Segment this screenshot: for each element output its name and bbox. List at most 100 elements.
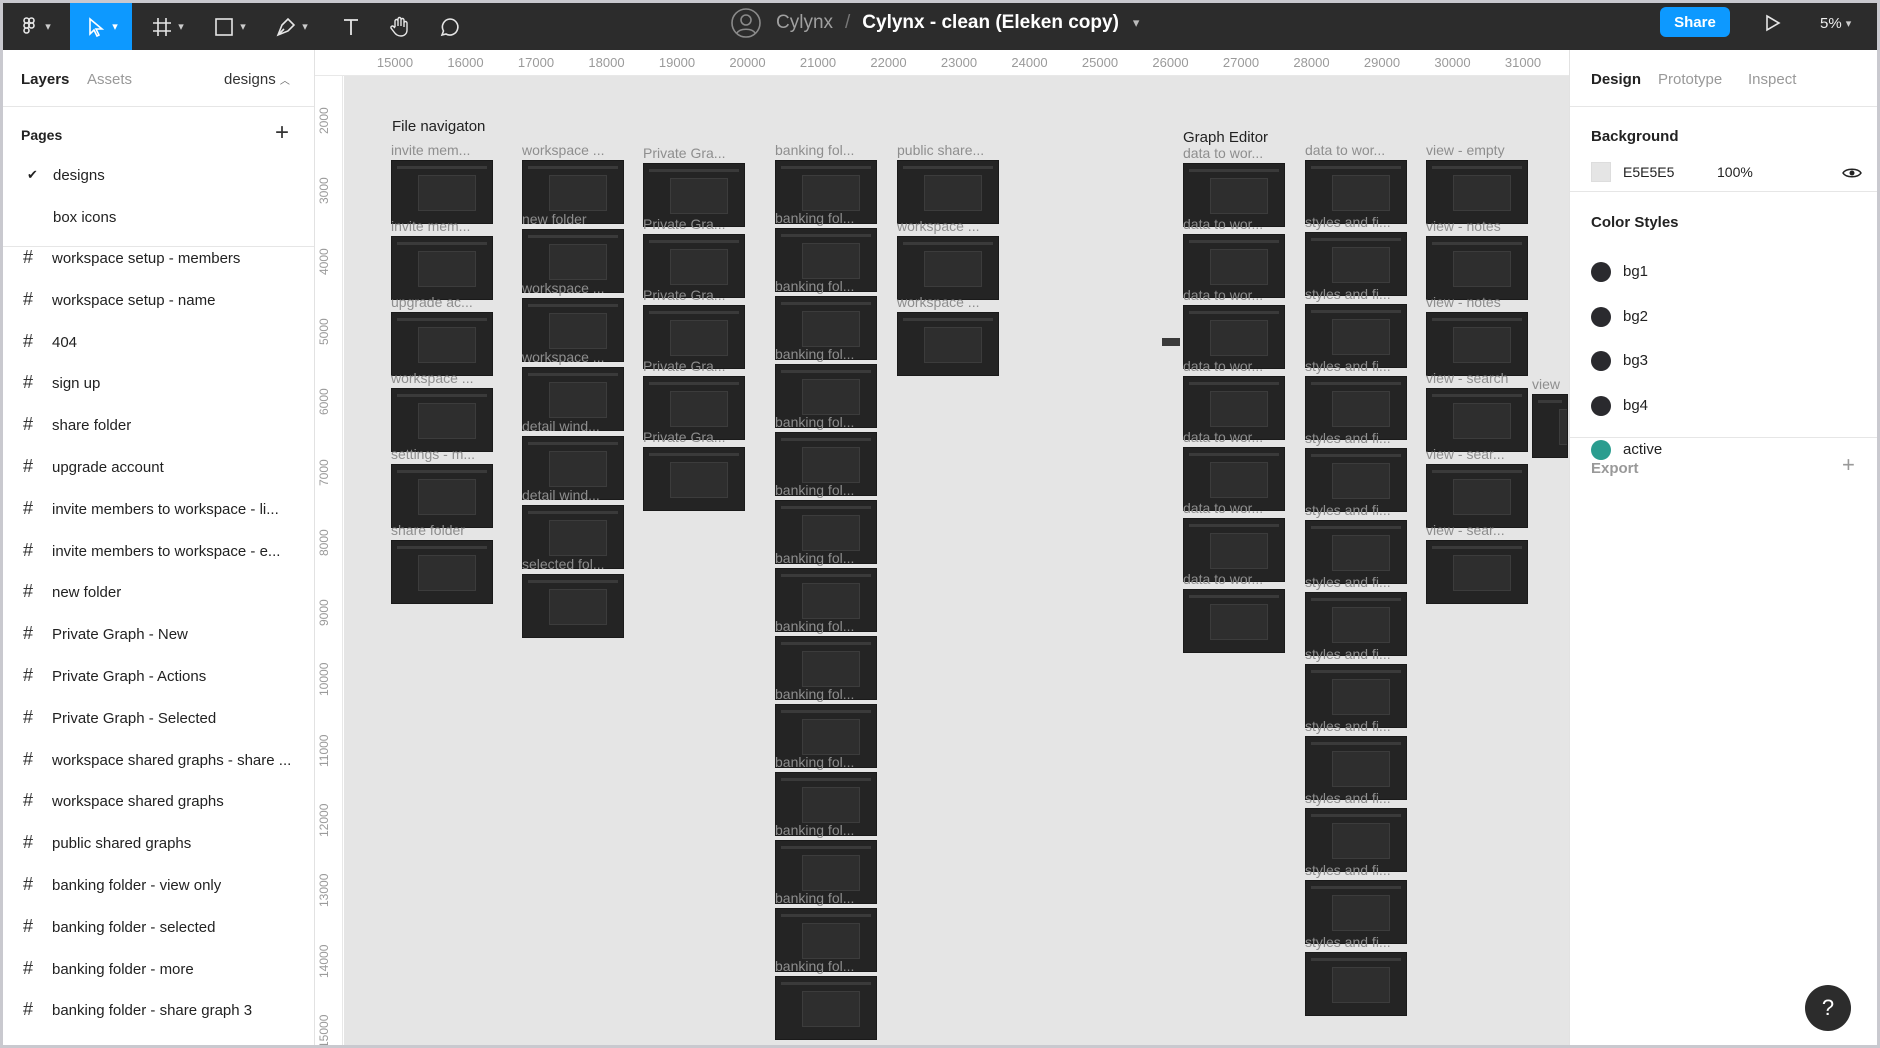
layer-item[interactable]: # Private Graph - Selected bbox=[3, 698, 314, 740]
frame-thumbnail[interactable] bbox=[391, 236, 493, 300]
layer-item[interactable]: # banking folder - share graph 3 bbox=[3, 990, 314, 1032]
layer-item[interactable]: # new folder bbox=[3, 572, 314, 614]
frame-label[interactable]: styles and fi... bbox=[1305, 934, 1409, 950]
layer-item[interactable]: # invite members to workspace - e... bbox=[3, 531, 314, 573]
tab-prototype[interactable]: Prototype bbox=[1658, 71, 1722, 88]
share-button[interactable]: Share bbox=[1660, 7, 1730, 37]
layer-item[interactable]: # Private Graph - Actions bbox=[3, 656, 314, 698]
background-swatch[interactable] bbox=[1591, 162, 1611, 182]
frame-label[interactable]: banking fol... bbox=[775, 142, 879, 158]
frame-label[interactable]: view - search bbox=[1426, 370, 1530, 386]
hand-tool-button[interactable] bbox=[380, 3, 420, 50]
frame-label[interactable]: banking fol... bbox=[775, 210, 879, 226]
frame-label[interactable]: data to wor... bbox=[1305, 142, 1409, 158]
frame-label[interactable]: styles and fi... bbox=[1305, 286, 1409, 302]
frame-thumbnail[interactable] bbox=[1426, 464, 1528, 528]
layer-item[interactable]: # banking folder - selected bbox=[3, 907, 314, 949]
pen-tool-button[interactable]: ▾ bbox=[263, 3, 319, 50]
frame-label[interactable]: banking fol... bbox=[775, 414, 879, 430]
project-name[interactable]: Cylynx bbox=[776, 12, 833, 34]
layer-item[interactable]: # Private Graph - New bbox=[3, 614, 314, 656]
page-selector[interactable]: designs ︿ bbox=[224, 71, 290, 88]
frame-thumbnail[interactable] bbox=[1305, 952, 1407, 1016]
frame-label[interactable]: banking fol... bbox=[775, 482, 879, 498]
frame-label[interactable]: view - sear... bbox=[1426, 522, 1530, 538]
frame-thumbnail[interactable] bbox=[1532, 394, 1568, 458]
background-opacity[interactable]: 100% bbox=[1717, 164, 1753, 180]
design-canvas[interactable]: File navigaton Graph Editor invite mem..… bbox=[344, 76, 1569, 1045]
frame-label[interactable]: view - empty bbox=[1426, 142, 1530, 158]
frame-thumbnail[interactable] bbox=[1426, 236, 1528, 300]
frame-label[interactable]: view - notes bbox=[1426, 294, 1530, 310]
frame-label[interactable]: share folder bbox=[391, 522, 495, 538]
frame-thumbnail[interactable] bbox=[897, 236, 999, 300]
frame-label[interactable]: banking fol... bbox=[775, 346, 879, 362]
frame-label[interactable]: data to wor... bbox=[1183, 429, 1287, 445]
eye-icon[interactable] bbox=[1842, 165, 1862, 181]
frame-label[interactable]: banking fol... bbox=[775, 890, 879, 906]
color-style-item[interactable]: bg2 bbox=[1570, 305, 1870, 329]
tab-assets[interactable]: Assets bbox=[87, 71, 132, 88]
frame-label[interactable]: styles and fi... bbox=[1305, 646, 1409, 662]
move-tool-button[interactable]: ▾ bbox=[70, 3, 132, 50]
frame-label[interactable]: styles and fi... bbox=[1305, 502, 1409, 518]
frame-label[interactable]: data to wor... bbox=[1183, 571, 1287, 587]
add-page-icon[interactable]: + bbox=[275, 119, 289, 147]
frame-label[interactable]: public share... bbox=[897, 142, 1001, 158]
layer-item[interactable]: # workspace setup - name bbox=[3, 280, 314, 322]
frame-label[interactable]: data to wor... bbox=[1183, 358, 1287, 374]
layer-item[interactable]: # workspace shared graphs bbox=[3, 781, 314, 823]
color-style-item[interactable]: bg1 bbox=[1570, 260, 1870, 284]
frame-thumbnail[interactable] bbox=[1426, 388, 1528, 452]
layer-item[interactable]: # sign up bbox=[3, 363, 314, 405]
frame-label[interactable]: Private Gra... bbox=[643, 358, 747, 374]
frame-label[interactable]: styles and fi... bbox=[1305, 574, 1409, 590]
layer-item[interactable]: #404 bbox=[3, 322, 314, 364]
layer-item[interactable]: # share folder bbox=[3, 405, 314, 447]
page-item-designs[interactable]: ✔ designs bbox=[3, 155, 314, 197]
frame-label[interactable]: banking fol... bbox=[775, 754, 879, 770]
frame-label[interactable]: data to wor... bbox=[1183, 145, 1287, 161]
frame-label[interactable]: Private Gra... bbox=[643, 216, 747, 232]
frame-thumbnail[interactable] bbox=[391, 160, 493, 224]
frame-thumbnail[interactable] bbox=[1426, 160, 1528, 224]
layer-item[interactable]: # public shared graphs bbox=[3, 823, 314, 865]
tab-design[interactable]: Design bbox=[1591, 71, 1641, 88]
page-item-box-icons[interactable]: box icons bbox=[3, 197, 314, 239]
frame-thumbnail[interactable] bbox=[775, 976, 877, 1040]
frame-label[interactable]: banking fol... bbox=[775, 618, 879, 634]
frame-label[interactable]: data to wor... bbox=[1183, 216, 1287, 232]
frame-label[interactable]: workspace ... bbox=[897, 218, 1001, 234]
shape-tool-button[interactable]: ▾ bbox=[201, 3, 257, 50]
frame-thumbnail[interactable] bbox=[522, 574, 624, 638]
frame-label[interactable]: invite mem... bbox=[391, 142, 495, 158]
frame-tool-button[interactable]: ▾ bbox=[139, 3, 195, 50]
frame-thumbnail[interactable] bbox=[391, 540, 493, 604]
frame-label[interactable]: workspace ... bbox=[522, 142, 626, 158]
frame-label[interactable]: banking fol... bbox=[775, 278, 879, 294]
frame-thumbnail[interactable] bbox=[1426, 540, 1528, 604]
main-menu-button[interactable]: ▾ bbox=[3, 3, 65, 50]
frame-label[interactable]: data to wor... bbox=[1183, 287, 1287, 303]
frame-thumbnail[interactable] bbox=[897, 160, 999, 224]
frame-label[interactable]: settings - m... bbox=[391, 446, 495, 462]
layer-item[interactable]: # banking folder - more bbox=[3, 949, 314, 991]
chevron-down-icon[interactable]: ▾ bbox=[1133, 15, 1140, 31]
frame-label[interactable]: view - sear... bbox=[1426, 446, 1530, 462]
frame-label[interactable]: workspace ... bbox=[391, 370, 495, 386]
small-component[interactable] bbox=[1162, 338, 1180, 346]
frame-label[interactable]: styles and fi... bbox=[1305, 214, 1409, 230]
help-button[interactable]: ? bbox=[1805, 985, 1851, 1031]
frame-label[interactable]: view - notes bbox=[1426, 218, 1530, 234]
add-export-icon[interactable]: + bbox=[1842, 452, 1855, 478]
frame-thumbnail[interactable] bbox=[391, 464, 493, 528]
frame-label[interactable]: invite mem... bbox=[391, 218, 495, 234]
frame-thumbnail[interactable] bbox=[1183, 589, 1285, 653]
tab-inspect[interactable]: Inspect bbox=[1748, 71, 1796, 88]
tab-layers[interactable]: Layers bbox=[21, 71, 69, 88]
frame-thumbnail[interactable] bbox=[897, 312, 999, 376]
frame-label[interactable]: workspace ... bbox=[522, 349, 626, 365]
frame-label[interactable]: banking fol... bbox=[775, 686, 879, 702]
present-play-icon[interactable] bbox=[1760, 11, 1784, 35]
comment-tool-button[interactable] bbox=[430, 3, 470, 50]
